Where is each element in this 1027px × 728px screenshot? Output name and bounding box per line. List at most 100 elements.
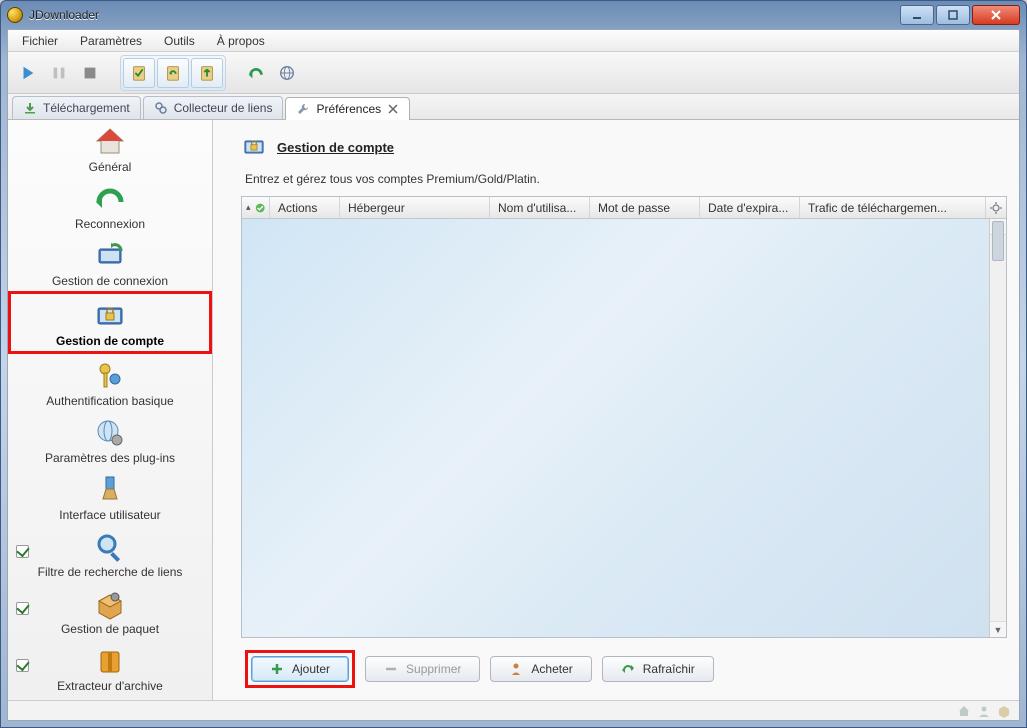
button-label: Supprimer: [406, 662, 461, 676]
sidebar-item-checkbox[interactable]: [16, 602, 29, 615]
table-scrollbar[interactable]: ▲ ▼: [989, 219, 1006, 637]
sidebar-item-connection[interactable]: Gestion de connexion: [8, 234, 212, 291]
sidebar-item-extractor[interactable]: Extracteur d'archive: [8, 639, 212, 696]
close-button[interactable]: [972, 5, 1020, 25]
link-icon: [154, 101, 168, 115]
tab-linkgrabber[interactable]: Collecteur de liens: [143, 96, 284, 119]
sidebar-item-label: Paramètres des plug-ins: [45, 452, 175, 465]
brush-icon: [93, 473, 127, 507]
window-title: JDownloader: [29, 8, 99, 22]
remove-button[interactable]: Supprimer: [365, 656, 480, 682]
stop-button[interactable]: [76, 59, 104, 87]
sidebar-item-label: Gestion de paquet: [61, 623, 159, 636]
button-label: Acheter: [531, 662, 572, 676]
sidebar-item-accounts[interactable]: Gestion de compte: [8, 291, 212, 354]
update-button[interactable]: [273, 59, 301, 87]
pause-button[interactable]: [45, 59, 73, 87]
clipboard-group: [120, 55, 226, 91]
col-sort[interactable]: [242, 197, 270, 218]
tab-downloads[interactable]: Téléchargement: [12, 96, 141, 119]
monitor-lock-icon: [241, 134, 267, 160]
table-header: Actions Hébergeur Nom d'utilisa... Mot d…: [242, 197, 1006, 219]
box-gear-icon: [93, 587, 127, 621]
sidebar-item-ui[interactable]: Interface utilisateur: [8, 468, 212, 525]
play-button[interactable]: [14, 59, 42, 87]
minus-icon: [384, 662, 398, 676]
tab-close-button[interactable]: [387, 103, 399, 115]
gear-icon: [990, 202, 1002, 214]
pause-icon: [50, 64, 68, 82]
clipboard-btn-3[interactable]: [191, 58, 223, 88]
menu-settings[interactable]: Paramètres: [72, 32, 150, 50]
col-password[interactable]: Mot de passe: [590, 197, 700, 218]
add-button[interactable]: Ajouter: [251, 656, 349, 682]
key-user-icon: [93, 359, 127, 393]
section-title: Gestion de compte: [277, 140, 394, 155]
minimize-button[interactable]: [900, 5, 934, 25]
menu-file[interactable]: Fichier: [14, 32, 66, 50]
reconnect-icon: [247, 64, 265, 82]
titlebar[interactable]: JDownloader: [1, 1, 1026, 29]
app-icon: [7, 7, 23, 23]
table-body[interactable]: ▲ ▼: [242, 219, 1006, 637]
button-label: Rafraîchir: [643, 662, 695, 676]
sidebar-item-label: Interface utilisateur: [59, 509, 160, 522]
col-username[interactable]: Nom d'utilisa...: [490, 197, 590, 218]
sidebar-item-label: Gestion de compte: [56, 335, 164, 348]
stop-icon: [81, 64, 99, 82]
scroll-thumb[interactable]: [992, 221, 1004, 261]
status-home-icon: [957, 704, 971, 718]
sidebar-item-basicauth[interactable]: Authentification basique: [8, 354, 212, 411]
col-actions[interactable]: Actions: [270, 197, 340, 218]
sidebar-item-general[interactable]: Général: [8, 120, 212, 177]
sidebar-item-reconnection[interactable]: Reconnexion: [8, 177, 212, 234]
clipboard-btn-1[interactable]: [123, 58, 155, 88]
maximize-icon: [947, 9, 959, 21]
close-icon: [990, 9, 1002, 21]
preferences-sidebar[interactable]: Général Reconnexion Gestion de connexion…: [8, 120, 213, 700]
menu-tools[interactable]: Outils: [156, 32, 203, 50]
person-bag-icon: [509, 662, 523, 676]
sidebar-item-packagizer[interactable]: Gestion de paquet: [8, 582, 212, 639]
status-user-icon: [977, 704, 991, 718]
section-description: Entrez et gérez tous vos comptes Premium…: [241, 168, 1007, 196]
close-icon: [388, 104, 398, 114]
sidebar-item-checkbox[interactable]: [16, 659, 29, 672]
download-icon: [23, 101, 37, 115]
tab-label: Préférences: [316, 102, 381, 116]
client-area: Fichier Paramètres Outils À propos: [7, 29, 1020, 721]
statusbar: [8, 700, 1019, 720]
sidebar-item-more[interactable]: [8, 696, 212, 700]
col-hoster[interactable]: Hébergeur: [340, 197, 490, 218]
clipboard-refresh-icon: [164, 64, 182, 82]
reconnect-button[interactable]: [242, 59, 270, 87]
sidebar-item-linkfilter[interactable]: Filtre de recherche de liens: [8, 525, 212, 582]
app-window: JDownloader Fichier Paramètres Outils À …: [0, 0, 1027, 728]
refresh-button[interactable]: Rafraîchir: [602, 656, 714, 682]
minimize-icon: [911, 9, 923, 21]
col-expiry[interactable]: Date d'expira...: [700, 197, 800, 218]
wrench-icon: [296, 102, 310, 116]
add-button-highlight: Ajouter: [245, 650, 355, 688]
sidebar-item-checkbox[interactable]: [16, 545, 29, 558]
table-config-button[interactable]: [986, 197, 1006, 218]
col-traffic[interactable]: Trafic de téléchargemen...: [800, 197, 986, 218]
clipboard-btn-2[interactable]: [157, 58, 189, 88]
scroll-down-button[interactable]: ▼: [990, 621, 1006, 637]
accounts-table: Actions Hébergeur Nom d'utilisa... Mot d…: [241, 196, 1007, 638]
reconnect-large-icon: [93, 182, 127, 216]
globe-gear-icon: [93, 416, 127, 450]
maximize-button[interactable]: [936, 5, 970, 25]
menubar: Fichier Paramètres Outils À propos: [8, 30, 1019, 52]
button-row: Ajouter Supprimer Acheter Rafraîchir: [241, 638, 1007, 690]
buy-button[interactable]: Acheter: [490, 656, 591, 682]
sidebar-item-plugins[interactable]: Paramètres des plug-ins: [8, 411, 212, 468]
sidebar-item-label: Gestion de connexion: [52, 275, 168, 288]
archive-icon: [93, 644, 127, 678]
tab-preferences[interactable]: Préférences: [285, 97, 410, 120]
toolbar: [8, 52, 1019, 94]
home-icon: [93, 125, 127, 159]
sidebar-item-label: Extracteur d'archive: [57, 680, 163, 693]
monitor-arrow-icon: [93, 239, 127, 273]
menu-about[interactable]: À propos: [209, 32, 273, 50]
